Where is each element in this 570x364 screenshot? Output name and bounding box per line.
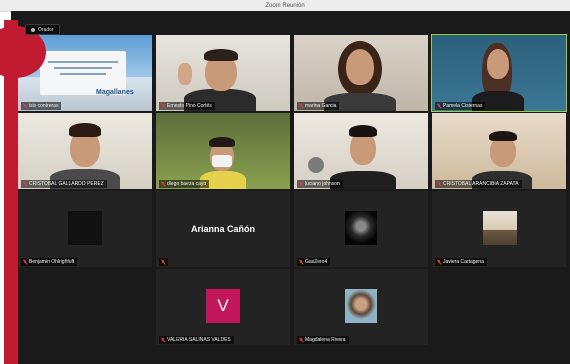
mic-muted-icon bbox=[437, 181, 441, 187]
participant-tile[interactable]: GasZero4 bbox=[294, 191, 428, 267]
mic-muted-icon bbox=[299, 337, 303, 343]
mic-muted-icon bbox=[23, 103, 27, 109]
participant-name-tag: Benjamin Ohlrighfuft bbox=[21, 258, 78, 266]
mic-muted-icon bbox=[161, 259, 165, 265]
mic-muted-icon bbox=[161, 103, 165, 109]
participant-name-tag: diego baeza cayo bbox=[159, 180, 210, 188]
participant-name-tag: marina Garcia bbox=[297, 102, 340, 110]
participant-name-tag: Magdalena Rivera bbox=[297, 336, 349, 344]
mic-muted-icon bbox=[23, 259, 27, 265]
participant-name-tag bbox=[159, 258, 168, 266]
view-icon bbox=[31, 27, 35, 32]
participant-display-name: Arianna Cañón bbox=[190, 224, 255, 234]
participant-name-tag: VALERIA SALINAS VALDES bbox=[159, 336, 234, 344]
profile-picture bbox=[345, 289, 377, 323]
participant-name-tag: Pamela Cisternas bbox=[435, 102, 486, 110]
participant-name-tag: GasZero4 bbox=[297, 258, 331, 266]
participant-tile[interactable]: Ernesto Pino Cortés bbox=[156, 35, 290, 111]
zoom-meeting-window: Orador Magallanes isis contreras Ernesto… bbox=[11, 11, 570, 364]
mic-muted-icon bbox=[161, 337, 165, 343]
mic-muted-icon bbox=[437, 259, 441, 265]
participant-name-tag: CRISTOBAL ARANCIBIA ZAPATA bbox=[435, 180, 522, 188]
speaker-view-label: Orador bbox=[38, 26, 54, 33]
participant-tile[interactable]: V VALERIA SALINAS VALDES bbox=[156, 269, 290, 345]
participant-tile[interactable]: diego baeza cayo bbox=[156, 113, 290, 189]
profile-picture bbox=[68, 211, 102, 245]
participant-tile[interactable]: CRISTOBAL GALLARDO PEREZ bbox=[18, 113, 152, 189]
mic-muted-icon bbox=[437, 103, 441, 109]
mic-muted-icon bbox=[161, 181, 165, 187]
speaker-view-button[interactable]: Orador bbox=[25, 24, 60, 35]
participant-tile-active-speaker[interactable]: Pamela Cisternas bbox=[431, 34, 567, 112]
participant-name-tag: isis contreras bbox=[21, 102, 62, 110]
participant-tile[interactable]: Magdalena Rivera bbox=[294, 269, 428, 345]
window-title: Zoom Reunión bbox=[265, 2, 305, 9]
participant-tile[interactable]: Arianna Cañón bbox=[156, 191, 290, 267]
participant-name-tag: CRISTOBAL GALLARDO PEREZ bbox=[21, 180, 107, 188]
virtual-background-banner: Magallanes bbox=[40, 51, 134, 96]
mic-muted-icon bbox=[299, 181, 303, 187]
mic-muted-icon bbox=[23, 181, 27, 187]
participant-name-tag: Javiera Cartagena bbox=[435, 258, 487, 266]
mic-muted-icon bbox=[299, 259, 303, 265]
initial-avatar: V bbox=[206, 289, 240, 323]
participant-tile[interactable]: Benjamin Ohlrighfuft bbox=[18, 191, 152, 267]
participant-tile[interactable]: CRISTOBAL ARANCIBIA ZAPATA bbox=[432, 113, 566, 189]
participant-tile[interactable]: luciano johnson bbox=[294, 113, 428, 189]
profile-picture bbox=[345, 211, 377, 245]
mic-muted-icon bbox=[299, 103, 303, 109]
participant-tile[interactable]: marina Garcia bbox=[294, 35, 428, 111]
profile-picture bbox=[483, 211, 517, 245]
participant-name-tag: Ernesto Pino Cortés bbox=[159, 102, 215, 110]
banner-logo-text: Magallanes bbox=[96, 89, 134, 96]
participant-name-tag: luciano johnson bbox=[297, 180, 343, 188]
participant-tile[interactable]: Javiera Cartagena bbox=[432, 191, 566, 267]
